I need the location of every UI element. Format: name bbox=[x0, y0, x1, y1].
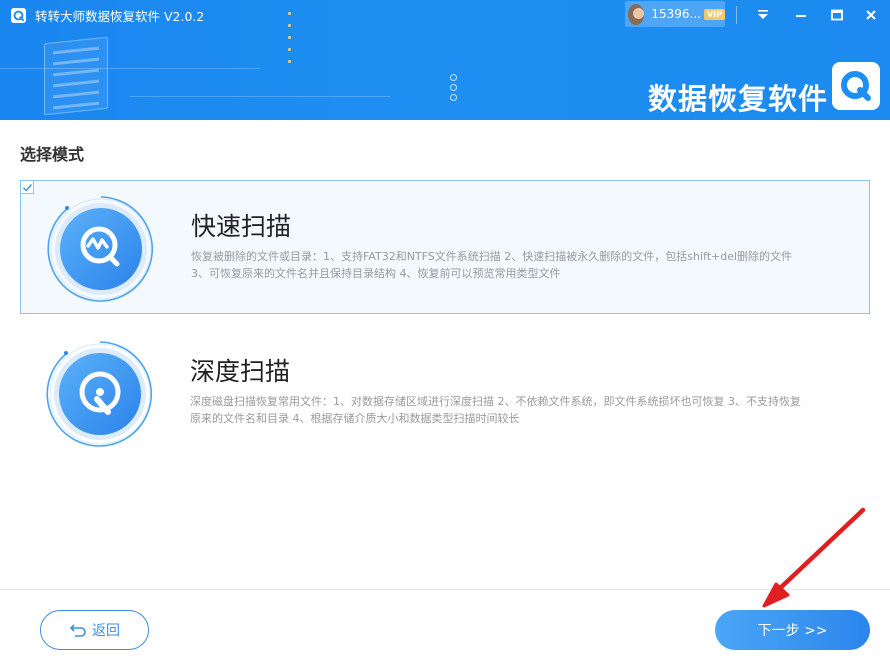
mode-description: 深度磁盘扫描恢复常用文件：1、对数据存储区域进行深度扫描 2、不依赖文件系统，即… bbox=[190, 395, 801, 425]
close-button[interactable] bbox=[862, 6, 880, 24]
window-title: 转转大师数据恢复软件 V2.0.2 bbox=[35, 9, 205, 24]
user-account[interactable]: 15396... VIP bbox=[625, 1, 725, 27]
brand-logo-icon bbox=[841, 71, 871, 101]
header-decoration-line bbox=[130, 96, 390, 97]
minimize-icon bbox=[796, 15, 806, 17]
mode-name: 快速扫描 bbox=[191, 212, 292, 241]
chevron-down-icon bbox=[758, 10, 768, 19]
vip-badge: VIP bbox=[703, 8, 725, 20]
app-header: 转转大师数据恢复软件 V2.0.2 15396... VIP 数据恢复软件 bbox=[0, 0, 890, 120]
back-button-label: 返回 bbox=[92, 623, 120, 639]
mode-card-deep-scan[interactable]: 深度扫描 深度磁盘扫描恢复常用文件：1、对数据存储区域进行深度扫描 2、不依赖文… bbox=[20, 326, 870, 460]
quick-scan-icon bbox=[47, 196, 153, 302]
selected-checkbox[interactable] bbox=[20, 180, 34, 194]
avatar bbox=[628, 3, 645, 25]
back-button[interactable]: 返回 bbox=[40, 610, 149, 650]
header-decoration-rings bbox=[450, 74, 457, 104]
deep-scan-icon bbox=[46, 341, 152, 447]
header-decoration-line bbox=[0, 68, 260, 69]
checkmark-icon bbox=[22, 183, 32, 192]
mode-card-quick-scan[interactable]: 快速扫描 恢复被删除的文件或目录：1、支持FAT32和NTFS文件系统扫描 2、… bbox=[20, 180, 870, 314]
maximize-button[interactable] bbox=[828, 6, 846, 24]
minimize-button[interactable] bbox=[792, 6, 810, 24]
maximize-icon bbox=[831, 9, 843, 21]
header-decoration bbox=[44, 36, 108, 116]
titlebar-separator bbox=[736, 6, 737, 24]
close-icon bbox=[866, 10, 876, 20]
annotation-arrow-icon bbox=[762, 507, 866, 608]
brand-logo bbox=[832, 62, 880, 110]
app-logo-icon bbox=[11, 8, 26, 23]
menu-dropdown-button[interactable] bbox=[754, 6, 772, 24]
section-title: 选择模式 bbox=[20, 145, 85, 164]
mode-description: 恢复被删除的文件或目录：1、支持FAT32和NTFS文件系统扫描 2、快速扫描被… bbox=[191, 250, 793, 280]
mode-name: 深度扫描 bbox=[190, 357, 291, 386]
header-decoration-dots bbox=[288, 12, 294, 72]
return-arrow-icon bbox=[69, 624, 86, 637]
next-step-button-label: 下一步 >> bbox=[757, 623, 828, 639]
user-name: 15396... bbox=[651, 7, 701, 21]
brand-text: 数据恢复软件 bbox=[648, 82, 829, 116]
